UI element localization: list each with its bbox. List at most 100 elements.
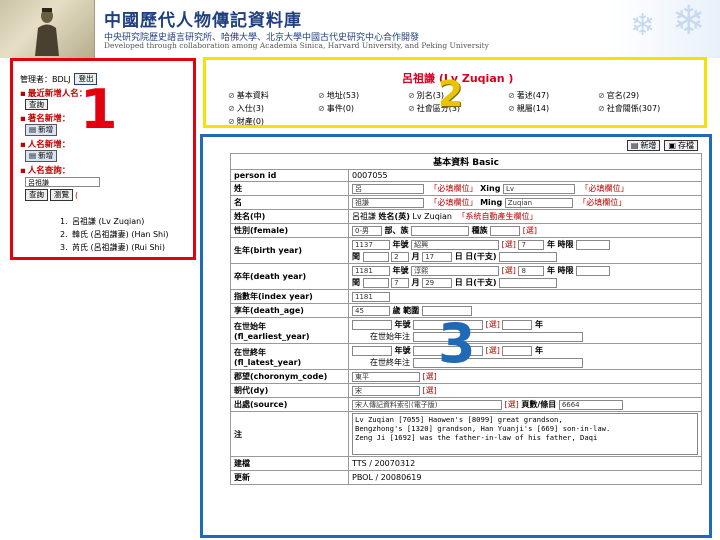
death-era-year-input[interactable]: 8 <box>518 265 545 276</box>
death-era-input[interactable]: 淳熙 <box>411 265 500 276</box>
select-link[interactable]: [選] <box>486 346 500 355</box>
tab-social-relations[interactable]: ⊘ 社會關係(307) <box>598 103 678 114</box>
result-link[interactable]: 芮氏 (呂祖謙妻) (Rui Shi) <box>72 243 165 252</box>
field-label: 日(干支) <box>465 278 497 287</box>
field-label: 在世終年注 <box>370 358 410 367</box>
field-label: 種族 <box>471 226 488 235</box>
person-new-button[interactable]: ▤ 新增 <box>25 150 58 162</box>
death-range-input[interactable] <box>576 265 611 276</box>
birth-era-year-input[interactable]: 7 <box>518 239 545 250</box>
death-day-input[interactable]: 29 <box>422 277 453 288</box>
select-link[interactable]: [選] <box>523 226 537 235</box>
select-link[interactable]: [選] <box>505 400 519 409</box>
tab-address[interactable]: ⊘ 地址(53) <box>318 90 408 101</box>
death-month-input[interactable]: 7 <box>391 277 410 288</box>
dynasty-input[interactable]: 宋 <box>352 385 420 396</box>
birth-month-input[interactable]: 2 <box>391 251 410 262</box>
surname-input[interactable]: 呂 <box>352 183 424 194</box>
select-link[interactable]: [選] <box>486 320 500 329</box>
tribe-input[interactable] <box>411 225 470 236</box>
app-title: 中國歷代人物傳記資料庫 <box>104 11 302 31</box>
search-query-button[interactable]: 查詢 <box>25 189 48 201</box>
paperclip-icon: ⊘ <box>598 91 605 100</box>
fl-earliest-era-year-input[interactable] <box>502 319 533 330</box>
paperclip-icon: ⊘ <box>508 91 515 100</box>
tab-offices[interactable]: ⊘ 官名(29) <box>598 90 678 101</box>
birth-day-input[interactable]: 17 <box>422 251 453 262</box>
select-link[interactable]: [選] <box>502 240 516 249</box>
paperclip-icon: ⊘ <box>408 91 415 100</box>
select-link[interactable]: [選] <box>423 372 437 381</box>
choronym-input[interactable]: 東平 <box>352 371 420 382</box>
tab-basic[interactable]: ⊘ 基本資料 <box>228 90 318 101</box>
snowflake-icon: ❄ <box>630 8 656 43</box>
index-year-input[interactable]: 1181 <box>352 291 390 302</box>
list-item[interactable]: 3. 芮氏 (呂祖謙妻) (Rui Shi) <box>60 241 193 254</box>
record-save-button[interactable]: ▣ 存檔 <box>664 140 698 151</box>
new-doc-icon: ▤ <box>29 151 37 160</box>
table-row: 生年(birth year) 1137 年號 紹興 [選] 7 年 時限 閏 2… <box>230 237 702 264</box>
list-item[interactable]: 1. 呂祖謙 (Lv Zuqian) <box>60 215 193 228</box>
table-row: 名 祖謙 「必填欄位」 Ming Zuqian 「必填欄位」 <box>230 195 702 210</box>
person-search-input[interactable]: 呂祖謙 <box>25 177 100 187</box>
fullname-en-value: Lv Zuqian <box>412 212 452 221</box>
ethnicity-input[interactable] <box>490 225 521 236</box>
field-label: 卒年(death year) <box>230 263 349 290</box>
field-label: 姓 <box>230 181 349 196</box>
birth-year-input[interactable]: 1137 <box>352 239 390 250</box>
result-number: 1. <box>60 217 68 226</box>
notes-textarea[interactable]: Lv Zuqian [7055] Haowen's [8099] great g… <box>352 413 698 455</box>
select-link[interactable]: [選] <box>423 386 437 395</box>
source-page-input[interactable]: 6664 <box>558 399 623 410</box>
fullname-value: 呂祖謙 <box>352 212 376 221</box>
list-item[interactable]: 2. 韓氏 (呂祖謙妻) (Han Shi) <box>60 228 193 241</box>
field-label: 指數年(index year) <box>230 289 349 304</box>
birth-range-input[interactable] <box>576 239 611 250</box>
given-name-en-input[interactable]: Zuqian <box>504 197 573 208</box>
select-link[interactable]: [選] <box>502 266 516 275</box>
death-ganzhi-input[interactable] <box>499 277 558 288</box>
death-leap-input[interactable] <box>362 277 389 288</box>
record-header: 基本資料 Basic <box>230 153 702 170</box>
tab-label: 財產(0) <box>236 117 265 126</box>
gender-select[interactable]: 0-男 <box>352 225 382 236</box>
source-input[interactable]: 宋人傳記資料索引(電子版) <box>352 399 502 410</box>
recent-query-button[interactable]: 查詢 <box>25 99 48 110</box>
death-age-input[interactable]: 45 <box>352 305 390 316</box>
result-number: 2. <box>60 230 68 239</box>
field-label: 年號 <box>392 240 409 249</box>
field-label: 享年(death_age) <box>230 303 349 318</box>
browse-button[interactable]: 瀏覽 <box>50 189 73 201</box>
field-label: 性別(female) <box>230 223 349 238</box>
tab-kinship[interactable]: ⊘ 親屬(14) <box>508 103 598 114</box>
record-new-button[interactable]: ▤ 新增 <box>626 140 661 151</box>
result-link[interactable]: 韓氏 (呂祖謙妻) (Han Shi) <box>72 230 168 239</box>
notes-line: Bengzhong's [1320] grandson, Han Yuanji'… <box>355 424 611 433</box>
birth-leap-input[interactable] <box>362 251 389 262</box>
field-label: 出處(source) <box>230 397 349 412</box>
app-header: 中國歷代人物傳記資料庫 中央研究院歷史語言研究所、哈佛大學、北京大學中國古代史研… <box>0 0 720 58</box>
table-row: 出處(source) 宋人傳記資料索引(電子版) [選] 頁數/條目 6664 <box>230 397 702 412</box>
given-name-input[interactable]: 祖謙 <box>352 197 424 208</box>
new-doc-icon: ▤ <box>630 141 639 150</box>
tab-possessions[interactable]: ⊘ 財產(0) <box>228 116 318 127</box>
death-year-input[interactable]: 1181 <box>352 265 390 276</box>
updated-value: PBOL / 20080619 <box>348 470 702 485</box>
field-label: 年 <box>546 266 555 275</box>
result-link[interactable]: 呂祖謙 (Lv Zuqian) <box>72 217 144 226</box>
field-label: 更新 <box>230 470 349 485</box>
surname-en-input[interactable]: Lv <box>502 183 575 194</box>
alt-name-new-button[interactable]: ▤ 新增 <box>25 124 58 136</box>
tab-entry[interactable]: ⊘ 入仕(3) <box>228 103 318 114</box>
fl-earliest-year-input[interactable] <box>352 319 392 330</box>
fl-latest-era-year-input[interactable] <box>502 345 533 356</box>
admin-label: 管理者：BDLJ <box>20 74 71 84</box>
field-label: 時限 <box>557 240 574 249</box>
birth-ganzhi-input[interactable] <box>499 251 558 262</box>
notes-line: Zeng Ji [1692] was the father-in-law of … <box>355 433 598 442</box>
birth-era-input[interactable]: 紹興 <box>411 239 500 250</box>
tab-events[interactable]: ⊘ 事件(0) <box>318 103 408 114</box>
field-label: 日 <box>454 278 463 287</box>
tab-writings[interactable]: ⊘ 著述(47) <box>508 90 598 101</box>
fl-latest-year-input[interactable] <box>352 345 392 356</box>
